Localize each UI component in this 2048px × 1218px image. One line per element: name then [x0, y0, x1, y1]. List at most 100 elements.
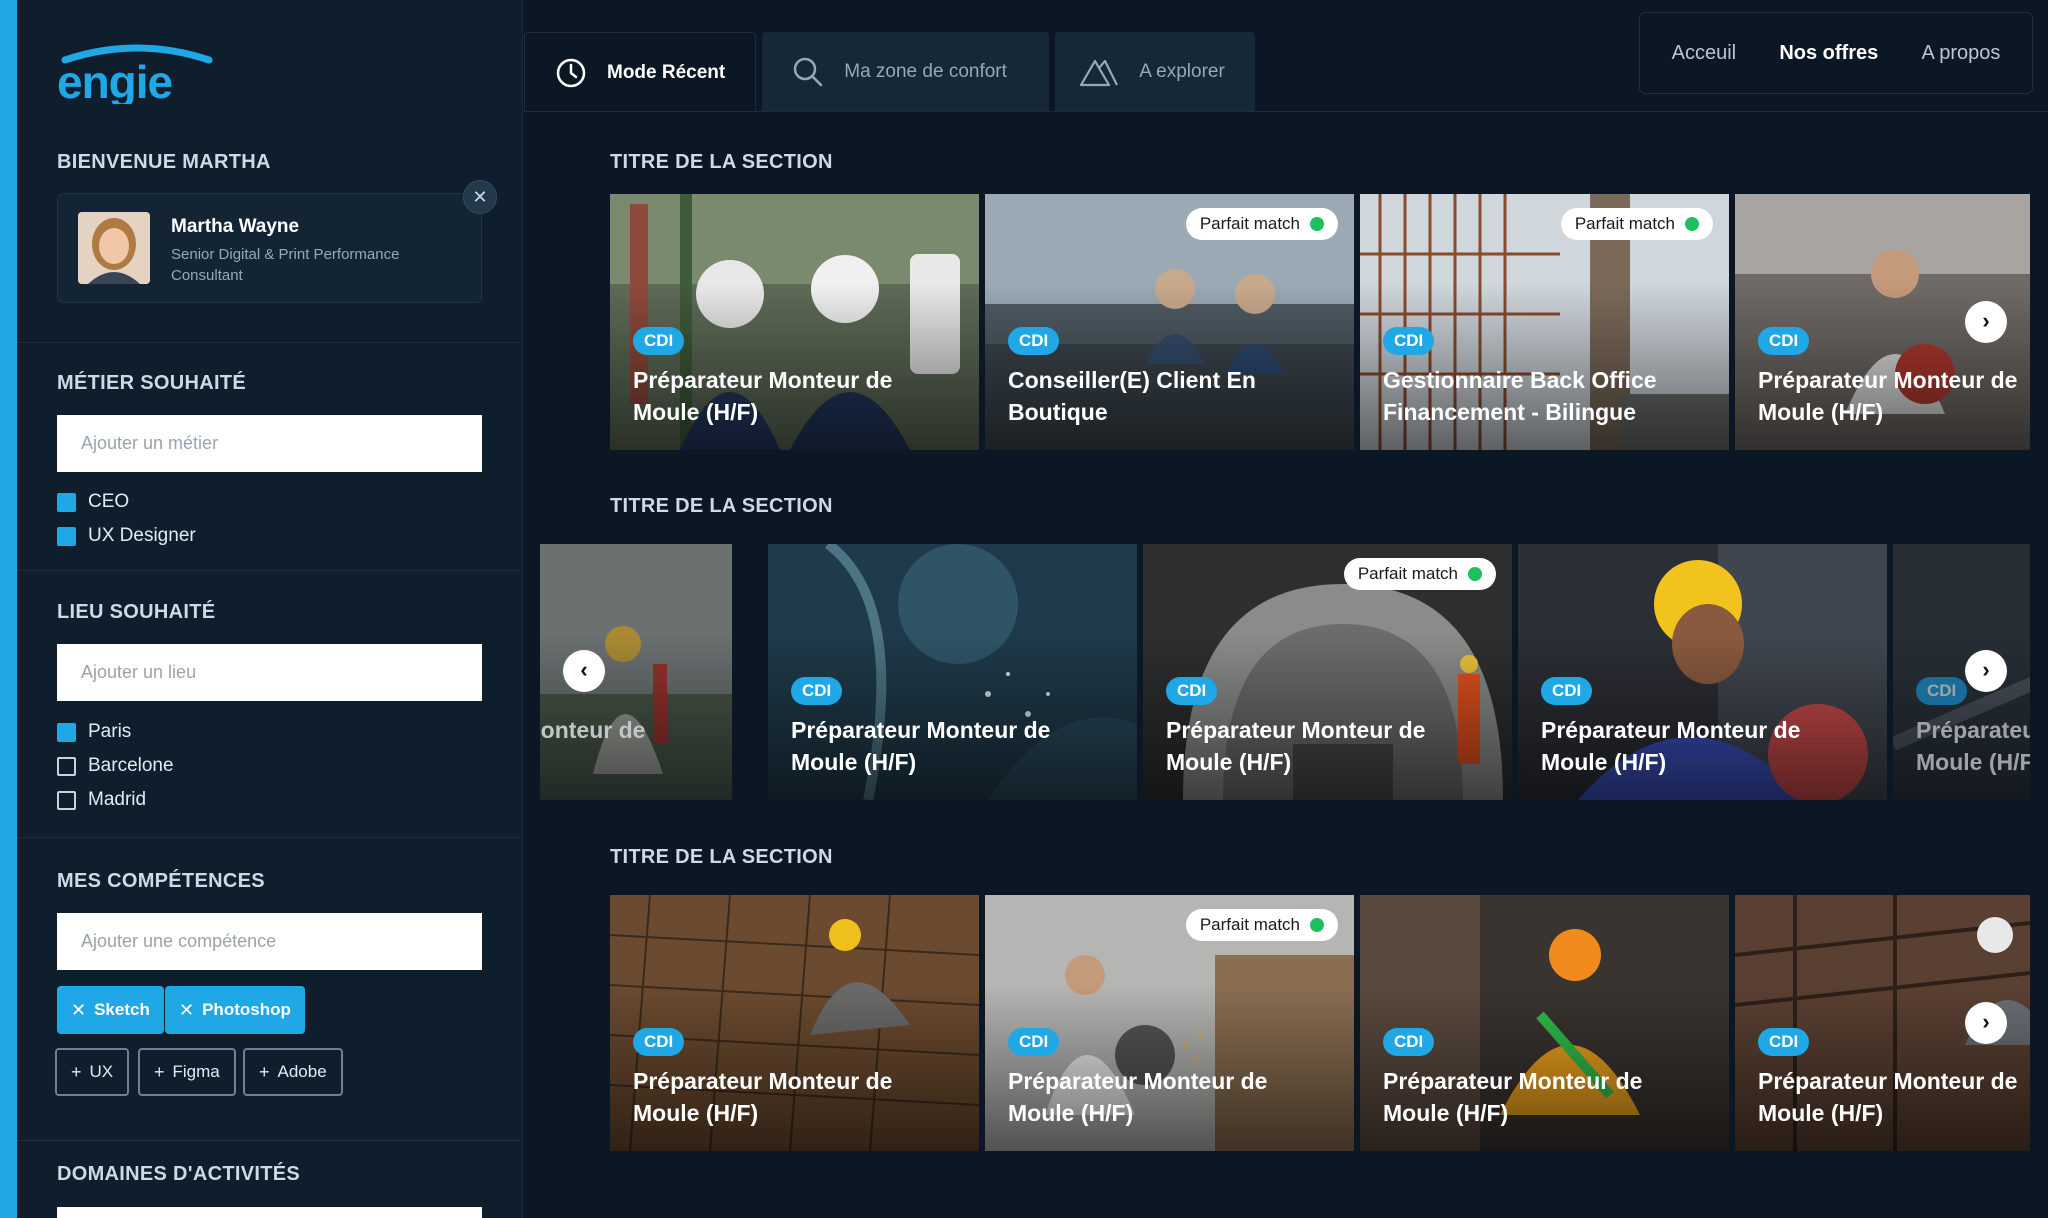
- match-badge: Parfait match: [1343, 558, 1496, 590]
- job-card[interactable]: Parfait match CDI Préparateur Monteur de…: [1143, 544, 1512, 800]
- chip-label: UX: [89, 1062, 114, 1081]
- chip-add-ux[interactable]: + UX: [55, 1048, 130, 1096]
- profile-card: Martha Wayne Senior Digital & Print Perf…: [57, 193, 482, 303]
- checkbox-ceo[interactable]: CEO: [57, 491, 129, 513]
- job-card[interactable]: Parfait match CDI Gestionnaire Back Offi…: [1360, 194, 1729, 450]
- chip-label: Sketch: [94, 1000, 150, 1019]
- chevron-right-icon[interactable]: ›: [1965, 650, 2007, 692]
- job-card[interactable]: CDI Préparateur Monteur de Moule (H/F): [1360, 895, 1729, 1151]
- clock-icon: [556, 58, 586, 87]
- plus-icon: +: [259, 1061, 270, 1082]
- checkbox-unchecked-icon[interactable]: [57, 790, 76, 810]
- contract-badge: CDI: [1166, 677, 1218, 705]
- chip-add-adobe[interactable]: + Adobe: [243, 1048, 343, 1096]
- chip-sketch[interactable]: ✕ Sketch: [57, 986, 164, 1034]
- chip-photoshop[interactable]: ✕ Photoshop: [165, 986, 305, 1034]
- close-icon[interactable]: ✕: [463, 180, 497, 214]
- checkbox-ux-designer[interactable]: UX Designer: [57, 525, 196, 547]
- job-title: Préparateur Monteur de Moule (H/F): [633, 1068, 893, 1126]
- contract-badge: CDI: [1758, 327, 1810, 355]
- top-nav: Acceuil Nos offres A propos: [1639, 12, 2033, 94]
- metier-section: MÉTIER SOUHAITÉ CEO UX Designer: [17, 343, 522, 571]
- job-title: Conseiller(E) Client En Boutique: [1008, 367, 1256, 425]
- job-card[interactable]: Parfait match CDI Préparateur Monteur de…: [985, 895, 1354, 1151]
- status-dot-icon: [1468, 567, 1482, 581]
- tab-label: A explorer: [1139, 61, 1225, 82]
- job-title: Préparateur Monteur de Moule (H/F): [791, 717, 1051, 775]
- plus-icon: +: [71, 1061, 82, 1082]
- tab-label: Ma zone de confort: [844, 61, 1007, 82]
- lieu-title: LIEU SOUHAITÉ: [57, 601, 216, 623]
- checkbox-unchecked-icon[interactable]: [57, 756, 76, 776]
- checkbox-checked-icon[interactable]: [57, 492, 76, 512]
- remove-icon[interactable]: ✕: [179, 1000, 194, 1021]
- job-card[interactable]: CDI Préparateur Monteur de Moule (H/F): [1518, 544, 1887, 800]
- avatar: [78, 212, 150, 284]
- carousel-row-1: CDI Préparateur Monteur de Moule (H/F) P…: [540, 194, 2030, 450]
- job-title: Préparateur Monteur de Moule (H/F): [1916, 717, 2030, 775]
- remove-icon[interactable]: ✕: [71, 1000, 86, 1021]
- welcome-section: BIENVENUE MARTHA Martha Wayne Senior Dig…: [17, 0, 522, 343]
- checkbox-label: UX Designer: [88, 525, 196, 546]
- contract-badge: CDI: [1383, 327, 1435, 355]
- carousel-row-2: Préparateur Monteur de Moule (H/F) CDI P…: [540, 544, 2030, 800]
- checkbox-madrid[interactable]: Madrid: [57, 789, 146, 811]
- match-label: Parfait match: [1574, 214, 1675, 233]
- job-title: Préparateur Monteur de Moule (H/F): [1008, 1068, 1268, 1126]
- nav-a-propos[interactable]: A propos: [1921, 42, 2000, 65]
- competences-title: MES COMPÉTENCES: [57, 870, 265, 892]
- checkbox-label: Barcelone: [88, 755, 174, 776]
- chip-label: Adobe: [277, 1062, 327, 1081]
- tab-zone-confort[interactable]: Ma zone de confort: [762, 32, 1050, 112]
- job-card[interactable]: CDI Préparateur Monteur de Moule (H/F): [610, 895, 979, 1151]
- tab-mode-recent[interactable]: Mode Récent: [524, 32, 757, 112]
- sidebar: engie BIENVENUE MARTHA Martha Wayne Seni…: [17, 0, 523, 1218]
- carousel-row-3: CDI Préparateur Monteur de Moule (H/F) P…: [540, 895, 2030, 1151]
- job-title: Préparateur Monteur de Moule (H/F): [1758, 367, 2018, 425]
- contract-badge: CDI: [633, 327, 685, 355]
- chevron-right-icon[interactable]: ›: [1965, 1002, 2007, 1044]
- chevron-right-icon[interactable]: ›: [1965, 301, 2007, 343]
- job-card[interactable]: CDI Préparateur Monteur de Moule (H/F): [1893, 544, 2030, 800]
- chip-label: Photoshop: [202, 1000, 291, 1019]
- job-title: Préparateur Monteur de Moule (H/F): [633, 367, 893, 425]
- status-dot-icon: [1310, 918, 1324, 932]
- search-icon: [794, 57, 823, 87]
- job-title: Préparateur Monteur de Moule (H/F): [1541, 717, 1801, 775]
- contract-badge: CDI: [1008, 327, 1060, 355]
- mode-tabs: Mode Récent Ma zone de confort A explore…: [524, 32, 1261, 112]
- contract-badge: CDI: [1008, 1028, 1060, 1056]
- chip-add-figma[interactable]: + Figma: [138, 1048, 236, 1096]
- contract-badge: CDI: [633, 1028, 685, 1056]
- mountain-icon: [1080, 59, 1119, 87]
- checkbox-paris[interactable]: Paris: [57, 721, 131, 743]
- job-card[interactable]: Parfait match CDI Conseiller(E) Client E…: [985, 194, 1354, 450]
- metier-title: MÉTIER SOUHAITÉ: [57, 372, 246, 394]
- contract-badge: CDI: [1758, 1028, 1810, 1056]
- chevron-left-icon[interactable]: ‹: [563, 650, 605, 692]
- nav-acceuil[interactable]: Acceuil: [1672, 42, 1736, 65]
- match-badge: Parfait match: [1185, 909, 1338, 941]
- domaines-input[interactable]: [57, 1207, 482, 1218]
- section-title: TITRE DE LA SECTION: [610, 151, 833, 173]
- match-badge: Parfait match: [1560, 208, 1713, 240]
- job-title: Gestionnaire Back Office Financement - B…: [1383, 367, 1657, 425]
- competence-input[interactable]: [57, 913, 482, 970]
- checkbox-checked-icon[interactable]: [57, 526, 76, 546]
- checkbox-barcelone[interactable]: Barcelone: [57, 755, 174, 777]
- nav-nos-offres[interactable]: Nos offres: [1779, 42, 1878, 65]
- section-title: TITRE DE LA SECTION: [610, 495, 833, 517]
- contract-badge: CDI: [791, 677, 843, 705]
- section-title: TITRE DE LA SECTION: [610, 846, 833, 868]
- status-dot-icon: [1310, 217, 1324, 231]
- contract-badge: CDI: [1383, 1028, 1435, 1056]
- job-card[interactable]: CDI Préparateur Monteur de Moule (H/F): [768, 544, 1137, 800]
- checkbox-label: CEO: [88, 491, 130, 512]
- profile-role: Senior Digital & Print Performance Consu…: [171, 246, 400, 284]
- checkbox-checked-icon[interactable]: [57, 722, 76, 742]
- tab-a-explorer[interactable]: A explorer: [1055, 32, 1256, 112]
- job-card[interactable]: CDI Préparateur Monteur de Moule (H/F): [610, 194, 979, 450]
- accent-bar: [0, 0, 17, 1218]
- metier-input[interactable]: [57, 415, 482, 472]
- lieu-input[interactable]: [57, 644, 482, 701]
